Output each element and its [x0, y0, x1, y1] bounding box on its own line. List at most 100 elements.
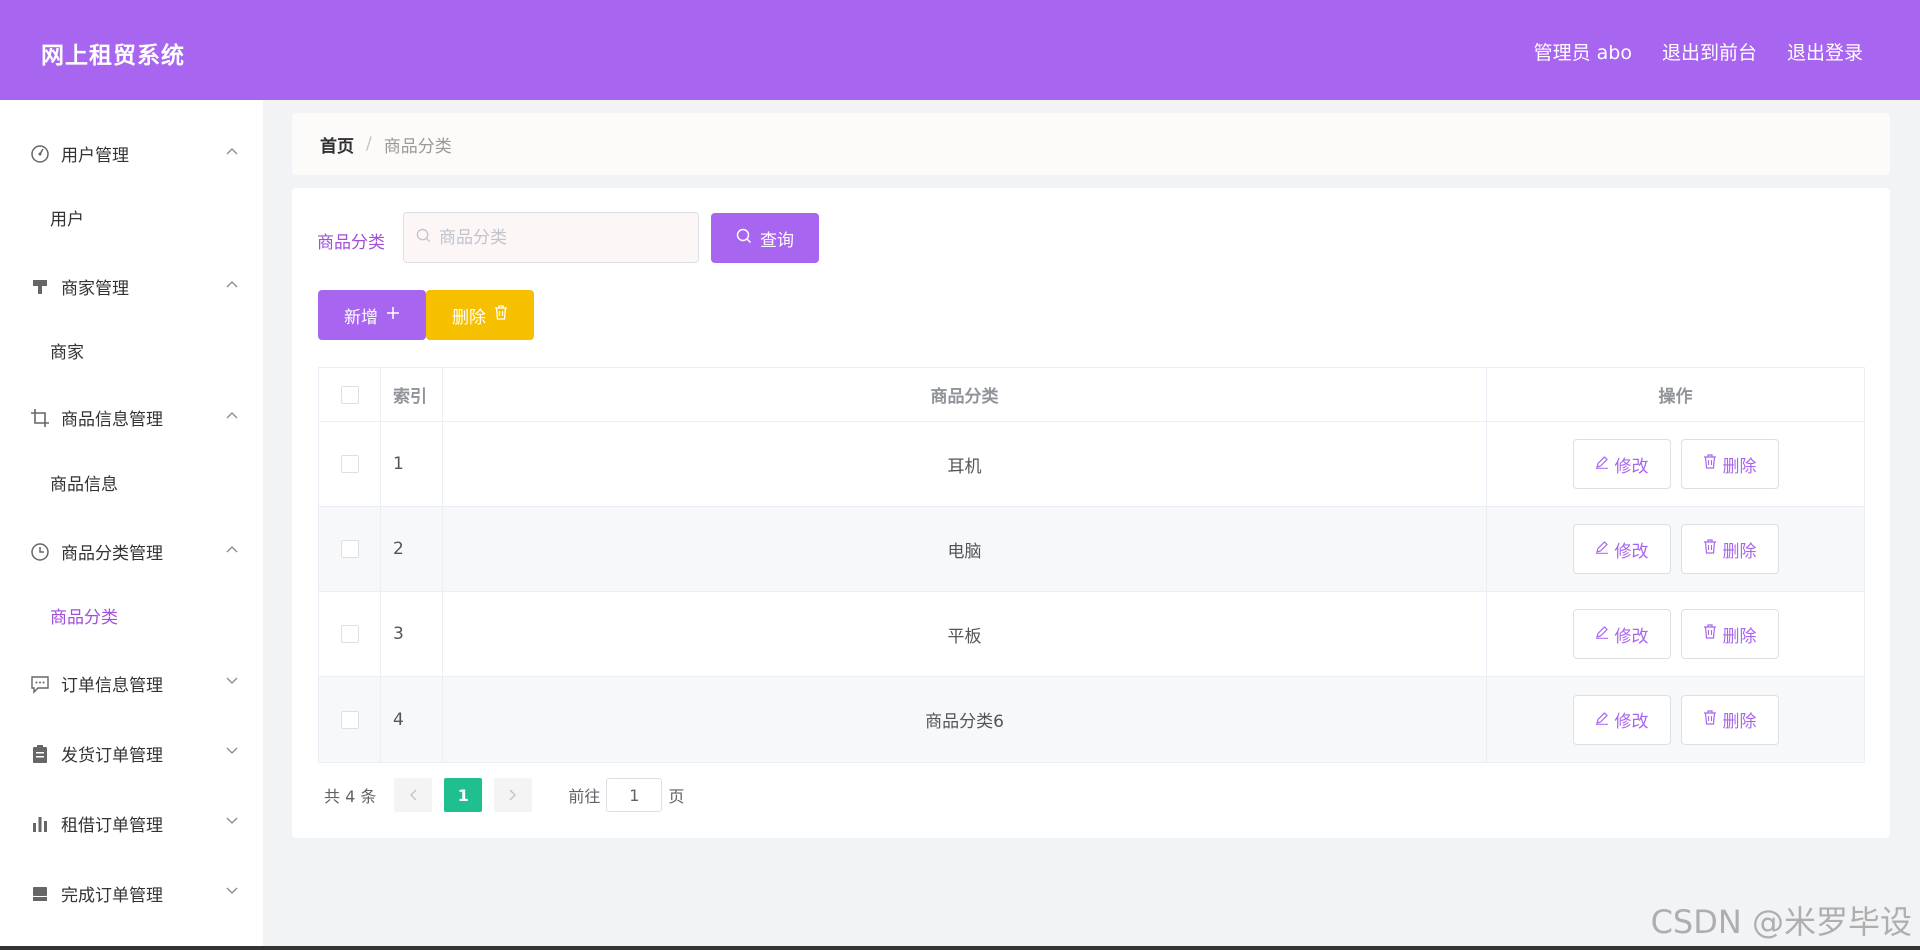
dashboard-icon: [30, 144, 50, 164]
page-number-current[interactable]: 1: [444, 778, 483, 812]
row-index: 1: [381, 422, 443, 506]
app-title: 网上租贸系统: [41, 43, 185, 69]
row-actions: 修改 删除: [1487, 677, 1864, 762]
category-table: 索引 商品分类 操作 1 耳机 修改 删除 2 电脑 修改 删除 3 平板 修改…: [318, 367, 1865, 763]
chevron-left-icon: [409, 786, 417, 805]
breadcrumb: 首页 / 商品分类: [292, 113, 1890, 175]
top-header: 网上租贸系统 管理员 abo 退出到前台 退出登录: [0, 0, 1920, 100]
edit-button[interactable]: 修改: [1572, 694, 1671, 745]
admin-user-label[interactable]: 管理员 abo: [1534, 38, 1632, 65]
edit-button-label: 修改: [1614, 541, 1649, 562]
row-checkbox[interactable]: [340, 710, 359, 729]
delete-button[interactable]: 删除: [1680, 524, 1779, 574]
row-checkbox-cell: [319, 422, 381, 506]
search-icon: [416, 228, 431, 247]
search-input[interactable]: [439, 227, 689, 248]
row-actions: 修改 删除: [1487, 592, 1864, 676]
row-checkbox-cell: [319, 592, 381, 676]
delete-button[interactable]: 删除: [1680, 694, 1779, 745]
sidebar-item-product-category[interactable]: 商品分类: [50, 603, 118, 628]
chat-icon: [30, 674, 50, 694]
sidebar-group-completed-order[interactable]: 完成订单管理: [30, 881, 240, 906]
batch-delete-button-label: 删除: [452, 307, 486, 328]
edit-icon: [1595, 539, 1609, 559]
sidebar-group-order-info[interactable]: 订单信息管理: [30, 671, 240, 696]
bar-chart-icon: [30, 814, 50, 834]
search-field[interactable]: [403, 212, 699, 263]
chevron-down-icon: [224, 811, 240, 831]
exit-to-front-link[interactable]: 退出到前台: [1662, 38, 1757, 65]
sidebar-group-shipping-order[interactable]: 发货订单管理: [30, 741, 240, 766]
search-icon: [736, 228, 752, 249]
prev-page-button[interactable]: [394, 778, 433, 812]
sidebar-group-label: 用户管理: [61, 146, 129, 166]
sidebar-item-merchant[interactable]: 商家: [50, 338, 84, 363]
row-category-name: 电脑: [443, 507, 1487, 591]
table-row: 3 平板 修改 删除: [319, 592, 1864, 677]
table-header-row: 索引 商品分类 操作: [319, 368, 1864, 422]
search-label: 商品分类: [317, 233, 385, 253]
clipboard-icon: [30, 744, 50, 764]
next-page-button[interactable]: [494, 778, 533, 812]
trash-icon: [494, 305, 508, 325]
edit-button-label: 修改: [1614, 626, 1649, 647]
row-checkbox[interactable]: [340, 540, 359, 558]
query-button[interactable]: 查询: [711, 213, 819, 263]
chevron-down-icon: [224, 881, 240, 901]
sidebar-group-user[interactable]: 用户管理: [30, 141, 240, 166]
row-checkbox[interactable]: [340, 455, 359, 473]
chevron-down-icon: [224, 671, 240, 691]
column-header-index: 索引: [381, 368, 443, 421]
trash-icon: [1703, 709, 1717, 730]
row-category-name: 耳机: [443, 422, 1487, 506]
sidebar: 用户管理 用户 商家管理 商家 商品信息管理 商品信息 商品分类管理 商品分类 …: [0, 100, 263, 950]
pagination: 共 4 条 1 前往 页: [324, 778, 684, 812]
goto-page-input[interactable]: [606, 778, 663, 812]
pagination-total: 共 4 条: [324, 787, 377, 806]
sidebar-group-product-info[interactable]: 商品信息管理: [30, 405, 240, 430]
logout-link[interactable]: 退出登录: [1787, 38, 1863, 65]
plus-icon: [386, 305, 400, 325]
sidebar-item-product-info[interactable]: 商品信息: [50, 470, 118, 495]
edit-icon: [1595, 624, 1609, 644]
sidebar-item-user[interactable]: 用户: [50, 205, 84, 230]
sidebar-group-label: 商家管理: [61, 279, 129, 299]
edit-button[interactable]: 修改: [1572, 524, 1671, 574]
sidebar-group-label: 商品信息管理: [61, 410, 163, 430]
content-card: 商品分类 查询 新增 删除 索引 商品分类 操作 1: [292, 188, 1890, 838]
select-all-checkbox[interactable]: [340, 385, 359, 404]
trash-icon: [1703, 539, 1717, 559]
bottom-divider: [0, 946, 1920, 950]
edit-button[interactable]: 修改: [1572, 439, 1671, 489]
batch-delete-button[interactable]: 删除: [426, 290, 534, 340]
edit-button-label: 修改: [1614, 456, 1649, 477]
goto-label: 前往: [568, 787, 601, 806]
breadcrumb-home[interactable]: 首页: [320, 132, 354, 157]
sidebar-group-product-category[interactable]: 商品分类管理: [30, 539, 240, 564]
row-checkbox[interactable]: [340, 625, 359, 643]
sidebar-group-rental-order[interactable]: 租借订单管理: [30, 811, 240, 836]
chevron-up-icon: [224, 274, 240, 294]
header-nav: 管理员 abo 退出到前台 退出登录: [1534, 38, 1863, 65]
sidebar-group-merchant[interactable]: 商家管理: [30, 274, 240, 299]
delete-button[interactable]: 删除: [1680, 609, 1779, 659]
edit-icon: [1595, 710, 1609, 730]
breadcrumb-separator: /: [366, 134, 372, 154]
edit-button-label: 修改: [1614, 712, 1649, 732]
row-checkbox-cell: [319, 677, 381, 762]
sidebar-group-label: 商品分类管理: [61, 544, 163, 564]
delete-button-label: 删除: [1722, 541, 1757, 562]
sidebar-group-label: 租借订单管理: [61, 816, 163, 836]
delete-button-label: 删除: [1722, 712, 1757, 732]
sidebar-group-label: 发货订单管理: [61, 746, 163, 766]
sidebar-group-label: 订单信息管理: [61, 676, 163, 696]
trash-icon: [1703, 624, 1717, 644]
column-header-category: 商品分类: [443, 368, 1487, 421]
delete-button[interactable]: 删除: [1680, 439, 1779, 489]
brush-icon: [30, 277, 50, 297]
clock-icon: [30, 542, 50, 562]
edit-button[interactable]: 修改: [1572, 609, 1671, 659]
crop-icon: [30, 408, 50, 428]
column-header-actions: 操作: [1658, 387, 1693, 407]
add-button[interactable]: 新增: [318, 290, 426, 340]
